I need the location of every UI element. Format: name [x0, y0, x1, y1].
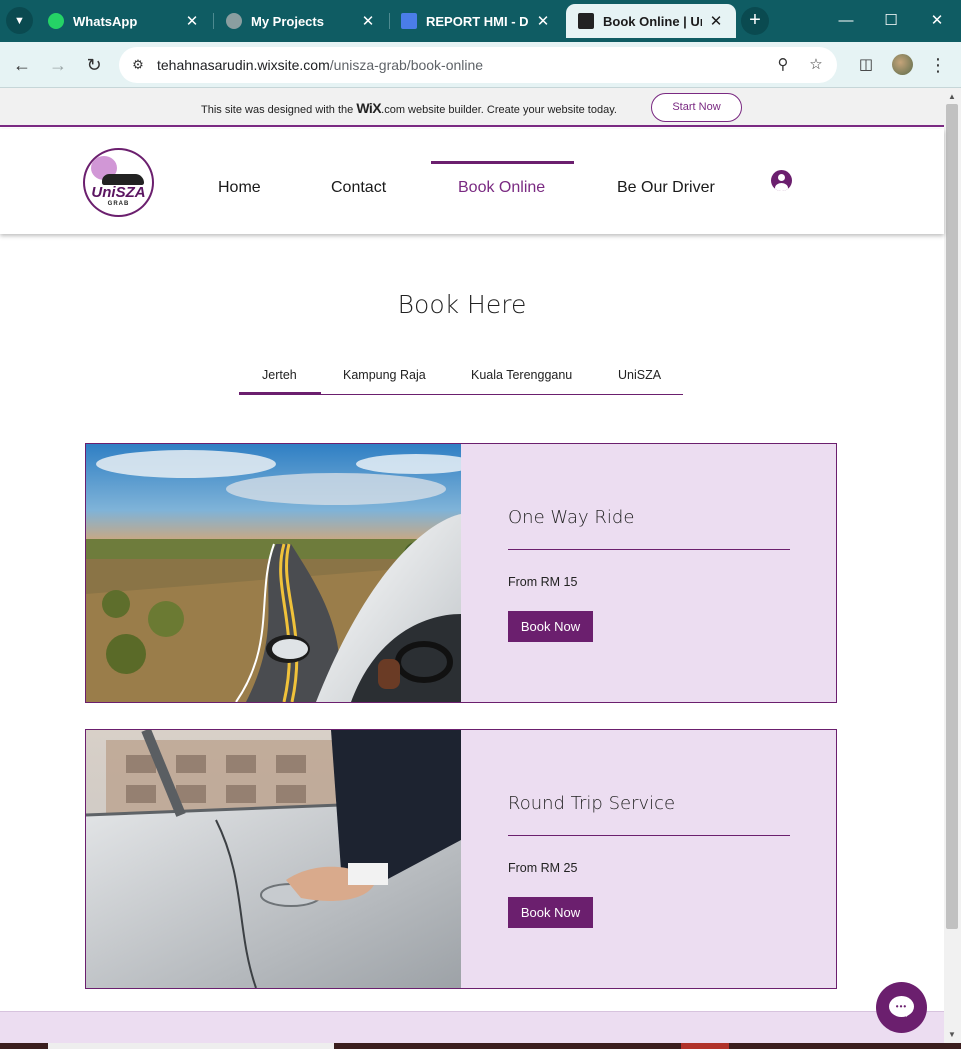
service-price: From RM 15 — [508, 575, 578, 589]
back-button[interactable]: ← — [7, 50, 37, 80]
nav-be-our-driver[interactable]: Be Our Driver — [617, 179, 715, 197]
site-header: UniSZA GRAB Home Contact Book Online Be … — [0, 129, 944, 234]
page-title: Book Here — [397, 290, 527, 319]
wix-logo: WiX — [356, 100, 382, 116]
tab-jerteh[interactable]: Jerteh — [262, 368, 297, 382]
browser-tab-report[interactable]: REPORT HMI - Dok ✕ — [389, 4, 563, 38]
footer-band — [0, 1011, 944, 1043]
reload-icon: ↻ — [86, 55, 102, 75]
address-bar[interactable]: ⚙ tehahnasarudin.wixsite.com/unisza-grab… — [119, 47, 837, 83]
service-title: One Way Ride — [508, 507, 635, 528]
road-driving-image[interactable] — [86, 444, 461, 702]
zoom-icon[interactable]: ⚲ — [772, 54, 794, 76]
arrow-left-icon: ← — [13, 55, 31, 75]
wix-icon — [578, 13, 594, 29]
side-panel-icon: ◫ — [858, 56, 874, 73]
side-panel-button[interactable]: ◫ — [851, 50, 881, 80]
nav-active-indicator — [431, 161, 574, 164]
minimize-button[interactable]: — — [823, 6, 869, 36]
profile-avatar[interactable] — [892, 54, 913, 75]
close-window-button[interactable]: ✕ — [914, 6, 960, 36]
close-icon[interactable]: ✕ — [535, 12, 551, 30]
browser-menu-button[interactable]: ⋮ — [923, 50, 953, 80]
card-divider — [508, 549, 790, 550]
card-divider — [508, 835, 790, 836]
browser-tab-whatsapp[interactable]: WhatsApp ✕ — [36, 4, 212, 38]
whatsapp-icon — [48, 13, 64, 29]
service-price: From RM 25 — [508, 861, 578, 875]
more-vertical-icon: ⋮ — [929, 55, 947, 75]
browser-toolbar: ← → ↻ ⚙ tehahnasarudin.wixsite.com/unisz… — [0, 42, 961, 88]
tab-search-button[interactable]: ▼ — [6, 7, 33, 34]
car-door-illustration — [86, 730, 461, 988]
arrow-right-icon: → — [49, 55, 67, 75]
plus-icon: + — [749, 9, 761, 31]
user-icon-head — [778, 174, 785, 181]
user-account-icon[interactable] — [771, 170, 792, 191]
taskbar-search[interactable] — [48, 1043, 334, 1049]
close-icon[interactable]: ✕ — [708, 12, 724, 30]
chat-button[interactable]: ••• — [876, 982, 927, 1033]
forward-button[interactable]: → — [43, 50, 73, 80]
new-tab-button[interactable]: + — [741, 7, 769, 35]
reload-button[interactable]: ↻ — [79, 50, 109, 80]
close-icon[interactable]: ✕ — [360, 12, 376, 30]
bookmark-star-icon[interactable]: ☆ — [805, 54, 827, 76]
globe-icon — [226, 13, 242, 29]
nav-home[interactable]: Home — [218, 179, 261, 197]
taskbar-app[interactable] — [681, 1043, 729, 1049]
url-text[interactable]: tehahnasarudin.wixsite.com/unisza-grab/b… — [157, 57, 483, 73]
service-title: Round Trip Service — [508, 793, 676, 814]
service-card-round-trip: Round Trip Service From RM 25 Book Now — [85, 729, 837, 989]
site-logo[interactable]: UniSZA GRAB — [83, 148, 154, 217]
page-scrollbar[interactable]: ▲ ▼ — [944, 88, 961, 1043]
tab-kuala-terengganu[interactable]: Kuala Terengganu — [471, 368, 572, 382]
chat-bubble-tail — [906, 1011, 913, 1017]
chat-dots-icon: ••• — [895, 1002, 908, 1011]
minimize-icon: — — [838, 12, 854, 29]
os-taskbar — [0, 1043, 961, 1049]
tab-unisza[interactable]: UniSZA — [618, 368, 661, 382]
user-icon-body — [775, 183, 788, 191]
chevron-down-icon: ▼ — [14, 14, 25, 27]
start-now-button[interactable]: Start Now — [651, 93, 742, 122]
location-active-indicator — [239, 392, 321, 394]
browser-tab-my-projects[interactable]: My Projects ✕ — [214, 4, 388, 38]
book-now-button[interactable]: Book Now — [508, 611, 593, 642]
site-info-icon[interactable]: ⚙ — [129, 56, 147, 74]
maximize-icon: ☐ — [884, 12, 898, 29]
browser-tab-book-online[interactable]: Book Online | Unis ✕ — [566, 4, 736, 38]
road-driving-illustration — [86, 444, 461, 702]
book-now-button[interactable]: Book Now — [508, 897, 593, 928]
docs-icon — [401, 13, 417, 29]
nav-book-online[interactable]: Book Online — [458, 179, 545, 197]
wix-promo-banner: This site was designed with the WiX.com … — [0, 88, 944, 127]
scroll-up-icon[interactable]: ▲ — [948, 92, 956, 101]
car-door-image[interactable] — [86, 730, 461, 988]
wix-promo-text: This site was designed with the WiX.com … — [201, 100, 617, 116]
browser-tab-strip: ▼ WhatsApp ✕ My Projects ✕ REPORT HMI - … — [0, 0, 961, 42]
scrollbar-thumb[interactable] — [946, 104, 958, 929]
close-icon[interactable]: ✕ — [184, 12, 200, 30]
service-card-one-way: One Way Ride From RM 15 Book Now — [85, 443, 837, 703]
location-tabs: Jerteh Kampung Raja Kuala Terengganu Uni… — [239, 366, 683, 395]
tab-kampung-raja[interactable]: Kampung Raja — [343, 368, 426, 382]
scroll-down-icon[interactable]: ▼ — [948, 1030, 956, 1039]
close-icon: ✕ — [930, 12, 944, 29]
maximize-button[interactable]: ☐ — [868, 6, 914, 36]
nav-contact[interactable]: Contact — [331, 179, 386, 197]
